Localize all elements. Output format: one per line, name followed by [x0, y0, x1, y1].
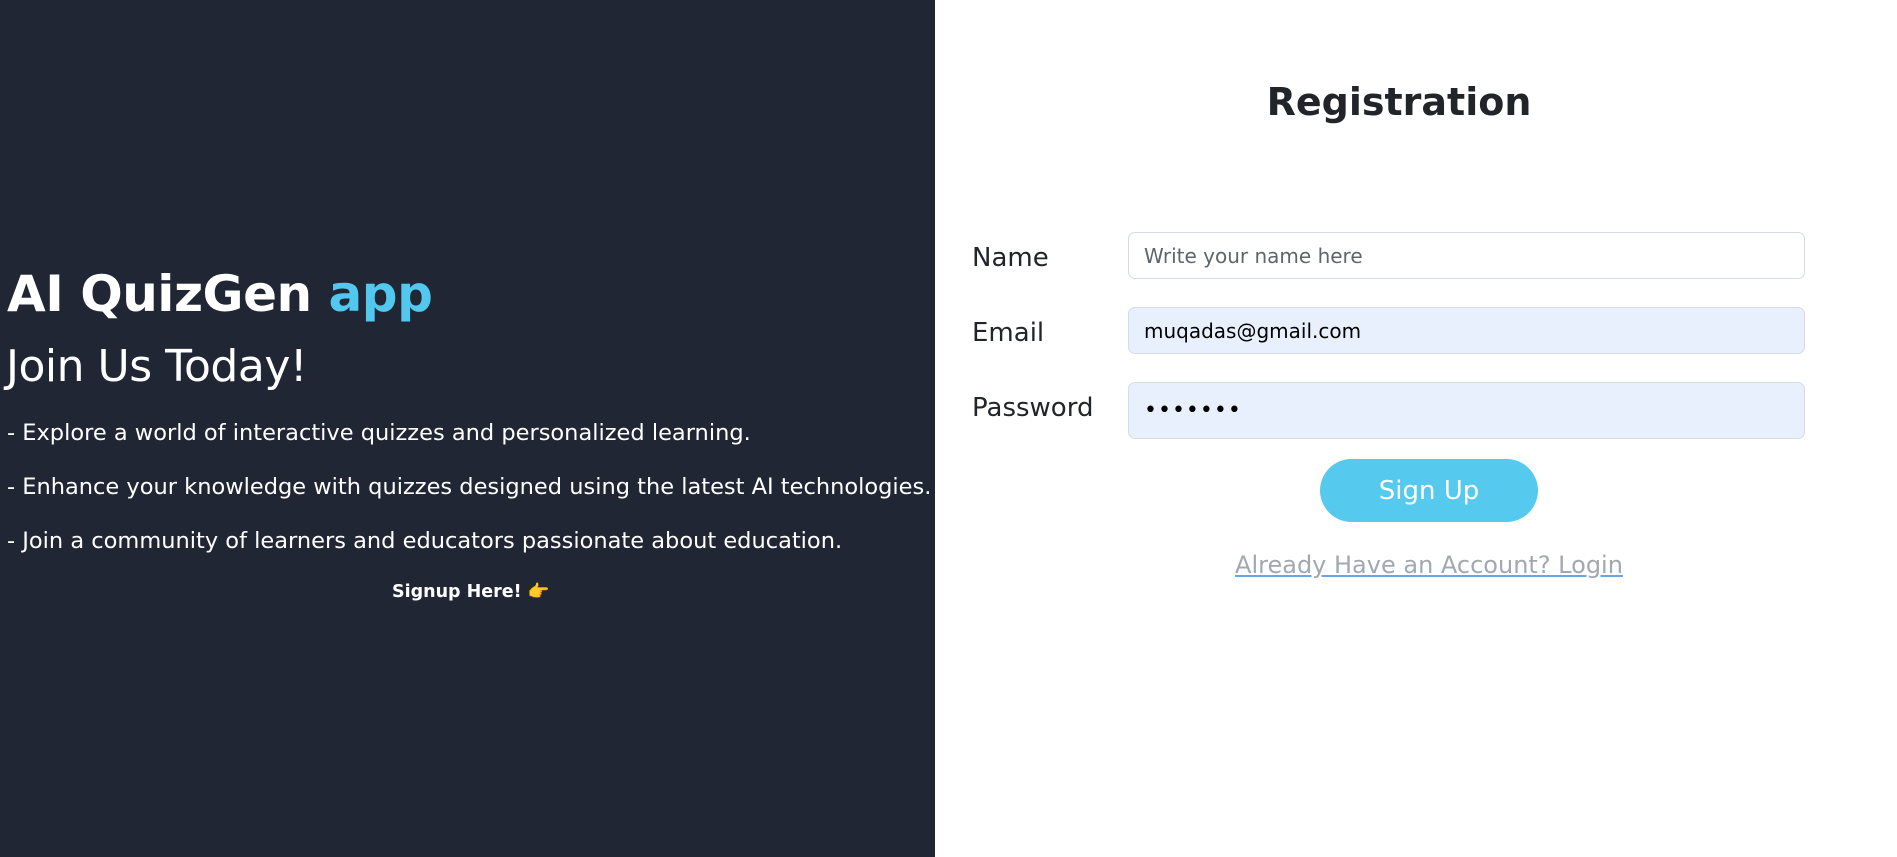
page-title: Registration	[1266, 80, 1532, 124]
name-label: Name	[972, 243, 1049, 273]
email-input[interactable]	[1128, 307, 1805, 354]
password-label: Password	[972, 393, 1094, 423]
sign-up-button[interactable]: Sign Up	[1320, 459, 1538, 522]
brand-accent: app	[328, 265, 433, 323]
feature-list: - Explore a world of interactive quizzes…	[7, 420, 931, 582]
feature-item: - Enhance your knowledge with quizzes de…	[7, 474, 932, 500]
tagline: Join Us Today!	[6, 341, 308, 392]
feature-item: - Join a community of learners and educa…	[7, 528, 843, 554]
name-input[interactable]	[1128, 232, 1805, 279]
signup-here-note: Signup Here! 👉	[392, 582, 550, 602]
password-input[interactable]	[1128, 382, 1805, 439]
brand-name: AI QuizGen	[7, 265, 312, 323]
login-link[interactable]: Already Have an Account? Login	[935, 551, 1897, 579]
signup-here-text: Signup Here!	[392, 582, 522, 602]
registration-panel: Registration Name Email Password Sign Up…	[935, 0, 1897, 857]
feature-item: - Explore a world of interactive quizzes…	[7, 420, 751, 446]
email-label: Email	[972, 318, 1045, 348]
pointing-hand-icon: 👉	[527, 582, 550, 602]
promo-panel: AI QuizGen app Join Us Today! - Explore …	[0, 0, 935, 857]
registration-page: AI QuizGen app Join Us Today! - Explore …	[0, 0, 1897, 857]
brand-title: AI QuizGen app	[7, 265, 433, 323]
